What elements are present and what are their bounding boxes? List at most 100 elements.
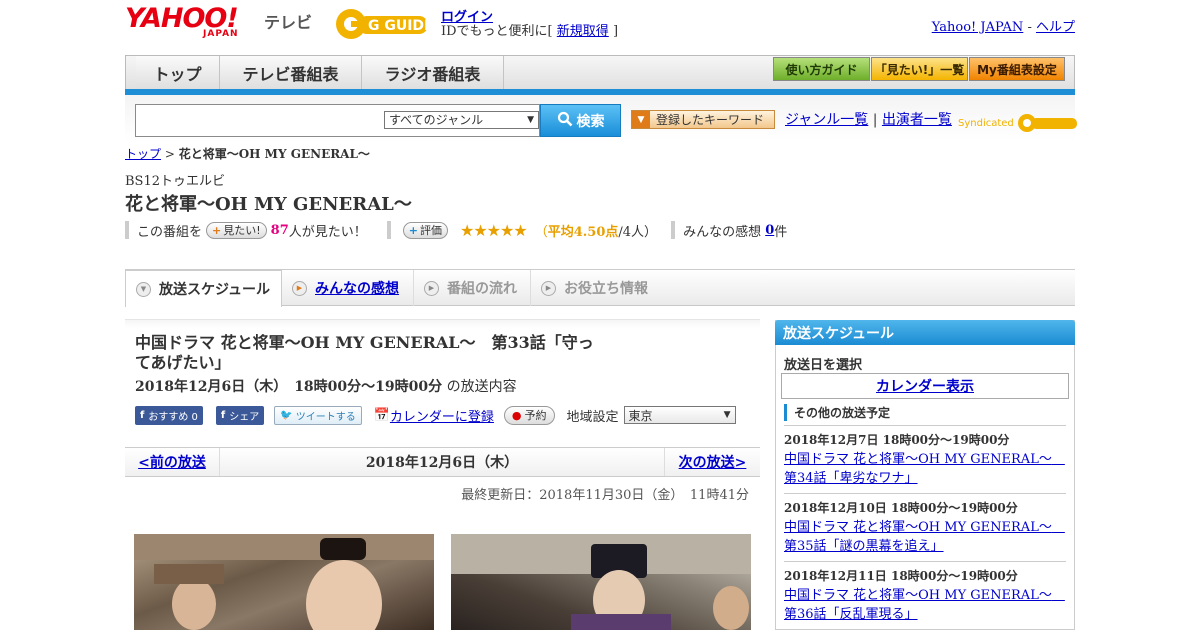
rate-button-label: 評価 bbox=[419, 224, 442, 237]
tweet-button[interactable]: 🐦 ツイートする bbox=[274, 405, 362, 425]
mitai-count: 87 bbox=[270, 222, 289, 238]
mitai-button-label: 見たい! bbox=[223, 224, 261, 237]
divider bbox=[386, 221, 391, 239]
genre-list-link[interactable]: ジャンル一覧 bbox=[785, 112, 868, 128]
rating-label: 平均 bbox=[547, 224, 574, 240]
mitai-button[interactable]: + 見たい! bbox=[206, 221, 267, 239]
chevron-down-icon: ▼ bbox=[136, 281, 151, 297]
impressions-label: みんなの感想 bbox=[683, 224, 762, 240]
impressions-unit: 件 bbox=[774, 224, 788, 240]
episode-datetime-suffix: の放送内容 bbox=[442, 379, 517, 395]
next-broadcast-link[interactable]: 次の放送> bbox=[664, 448, 760, 476]
select-date-label: 放送日を選択 bbox=[784, 358, 863, 373]
twitter-icon: 🐦 bbox=[280, 409, 293, 421]
sidebar-header: 放送スケジュール bbox=[775, 320, 1075, 345]
play-icon: ▶ bbox=[292, 280, 307, 296]
episode-photo-1 bbox=[134, 534, 434, 630]
divider bbox=[671, 221, 676, 239]
tv-label: テレビ bbox=[264, 13, 313, 32]
schedule-item-link[interactable]: 中国ドラマ 花と将軍～OH MY GENERAL～ 第35話「謎の黒幕を追え」 bbox=[784, 518, 1066, 556]
facebook-share-label: シェア bbox=[229, 411, 260, 423]
schedule-item-link[interactable]: 中国ドラマ 花と将軍～OH MY GENERAL～ 第34話「卑劣なワナ」 bbox=[784, 450, 1066, 488]
last-updated: 最終更新日：2018年11月30日（金） 11時41分 bbox=[461, 488, 749, 503]
search-icon bbox=[557, 111, 573, 131]
link-separator: | bbox=[872, 112, 878, 128]
calendar-register-link[interactable]: カレンダーに登録 bbox=[390, 406, 494, 425]
triangle-down-icon: ▼ bbox=[632, 111, 650, 128]
nav-tab-radio-schedule[interactable]: ラジオ番組表 bbox=[362, 56, 504, 90]
play-icon: ▶ bbox=[541, 280, 556, 296]
mitai-list-button[interactable]: 「見たい!」一覧 bbox=[871, 57, 968, 81]
yahoo-japan-link[interactable]: Yahoo! JAPAN bbox=[932, 20, 1024, 35]
rating-open: （ bbox=[534, 224, 548, 240]
performer-list-link[interactable]: 出演者一覧 bbox=[882, 112, 952, 128]
tab-impressions[interactable]: ▶ みんなの感想 bbox=[282, 270, 414, 306]
search-button-label: 検索 bbox=[576, 113, 605, 130]
login-sub-prefix: IDでもっと便利に[ bbox=[441, 24, 553, 39]
episode-datetime: 2018年12月6日（木） 18時00分～19時00分 の放送内容 bbox=[135, 376, 517, 396]
pager-date: 2018年12月6日（木） bbox=[365, 455, 519, 471]
schedule-item: 2018年12月11日 18時00分～19時00分 中国ドラマ 花と将軍～OH … bbox=[784, 561, 1066, 624]
broadcast-pager: <前の放送 2018年12月6日（木） 次の放送> bbox=[125, 447, 760, 477]
tab-useful-info-label: お役立ち情報 bbox=[564, 281, 648, 297]
reserve-button[interactable]: ● 予約 bbox=[503, 405, 555, 425]
schedule-item: 2018年12月7日 18時00分～19時00分 中国ドラマ 花と将軍～OH M… bbox=[784, 425, 1066, 488]
schedule-item-link[interactable]: 中国ドラマ 花と将軍～OH MY GENERAL～ 第36話「反乱軍現る」 bbox=[784, 586, 1066, 624]
login-sub-suffix: ] bbox=[612, 24, 619, 39]
plus-icon: + bbox=[408, 223, 418, 237]
calendar-view-button[interactable]: カレンダー表示 bbox=[781, 373, 1069, 399]
breadcrumb-current: 花と将軍～OH MY GENERAL～ bbox=[178, 147, 370, 161]
tab-schedule-label: 放送スケジュール bbox=[159, 282, 271, 298]
yahoo-japan-logo-sub: JAPAN bbox=[203, 29, 239, 39]
tab-program-flow: ▶ 番組の流れ bbox=[414, 270, 531, 306]
tab-impressions-label: みんなの感想 bbox=[315, 281, 399, 297]
genre-select[interactable]: すべてのジャンル ▼ bbox=[384, 111, 539, 129]
divider bbox=[125, 221, 129, 239]
content-tabs: ▼ 放送スケジュール ▶ みんなの感想 ▶ 番組の流れ ▶ お役立ち情報 bbox=[125, 270, 1075, 307]
schedule-item-time: 2018年12月7日 18時00分～19時00分 bbox=[784, 433, 1010, 447]
syndicated-label: Syndicated bbox=[958, 118, 1014, 129]
plus-icon: + bbox=[212, 223, 222, 237]
my-schedule-settings-button[interactable]: My番組表設定 bbox=[969, 57, 1065, 81]
impressions-count-link[interactable]: 0 bbox=[765, 223, 774, 238]
region-label: 地域設定 bbox=[566, 409, 619, 425]
register-link[interactable]: 新規取得 bbox=[557, 24, 609, 39]
registered-keyword-button[interactable]: ▼ 登録したキーワード bbox=[631, 110, 775, 129]
prev-broadcast-link[interactable]: <前の放送 bbox=[125, 448, 220, 476]
reserve-label: 予約 bbox=[524, 409, 547, 422]
breadcrumb-top-link[interactable]: トップ bbox=[125, 147, 161, 161]
episode-photo-2 bbox=[451, 534, 751, 630]
tab-schedule[interactable]: ▼ 放送スケジュール bbox=[125, 270, 282, 307]
region-select[interactable]: 東京 ▼ bbox=[623, 406, 736, 424]
rate-button[interactable]: + 評価 bbox=[402, 221, 448, 239]
help-link[interactable]: ヘルプ bbox=[1036, 20, 1075, 35]
genre-links: ジャンル一覧 | 出演者一覧 bbox=[785, 109, 952, 129]
svg-text:G GUIDE: G GUIDE bbox=[368, 18, 432, 34]
program-social-row: この番組を + 見たい! 87 人が見たい！ + 評価 ★★★★★ （平均 4.50点 /… bbox=[125, 220, 787, 240]
facebook-recommend-button[interactable]: f おすすめ 0 bbox=[135, 405, 203, 425]
calendar-icon: 📅 bbox=[373, 407, 390, 423]
mitai-prefix: この番組を bbox=[137, 224, 203, 240]
facebook-share-button[interactable]: f シェア bbox=[215, 405, 265, 425]
search-button[interactable]: 検索 bbox=[540, 104, 621, 137]
calendar-view-label: カレンダー表示 bbox=[876, 379, 974, 395]
station-name: BS12トゥエルビ bbox=[125, 174, 226, 189]
rating-stars: ★★★★★ bbox=[459, 220, 528, 240]
breadcrumb: トップ > 花と将軍～OH MY GENERAL～ bbox=[125, 145, 370, 162]
nav-tab-tv-schedule[interactable]: テレビ番組表 bbox=[220, 56, 362, 90]
usage-guide-button[interactable]: 使い方ガイド bbox=[773, 57, 870, 81]
gguide-logo[interactable]: G GUIDE bbox=[334, 7, 434, 41]
schedule-item: 2018年12月10日 18時00分～19時00分 中国ドラマ 花と将軍～OH … bbox=[784, 493, 1066, 556]
tab-useful-info: ▶ お役立ち情報 bbox=[531, 270, 661, 306]
share-row: f おすすめ 0 f シェア 🐦 ツイートする 📅 カレンダーに登録 ● 予約 地域設定 … bbox=[135, 405, 736, 425]
login-subtext: IDでもっと便利に[ 新規取得 ] bbox=[441, 20, 618, 39]
nav-tab-top[interactable]: トップ bbox=[136, 56, 220, 90]
syndicated-gguide-logo: Syndicated bbox=[958, 112, 1079, 134]
genre-select-value: すべてのジャンル bbox=[389, 113, 484, 127]
facebook-icon: f bbox=[140, 409, 145, 421]
schedule-item-time: 2018年12月11日 18時00分～19時00分 bbox=[784, 569, 1018, 583]
rating-count: /4人） bbox=[618, 224, 658, 240]
record-icon: ● bbox=[511, 408, 522, 422]
header-links: Yahoo! JAPAN - ヘルプ bbox=[932, 16, 1075, 35]
breadcrumb-separator: > bbox=[161, 147, 179, 161]
